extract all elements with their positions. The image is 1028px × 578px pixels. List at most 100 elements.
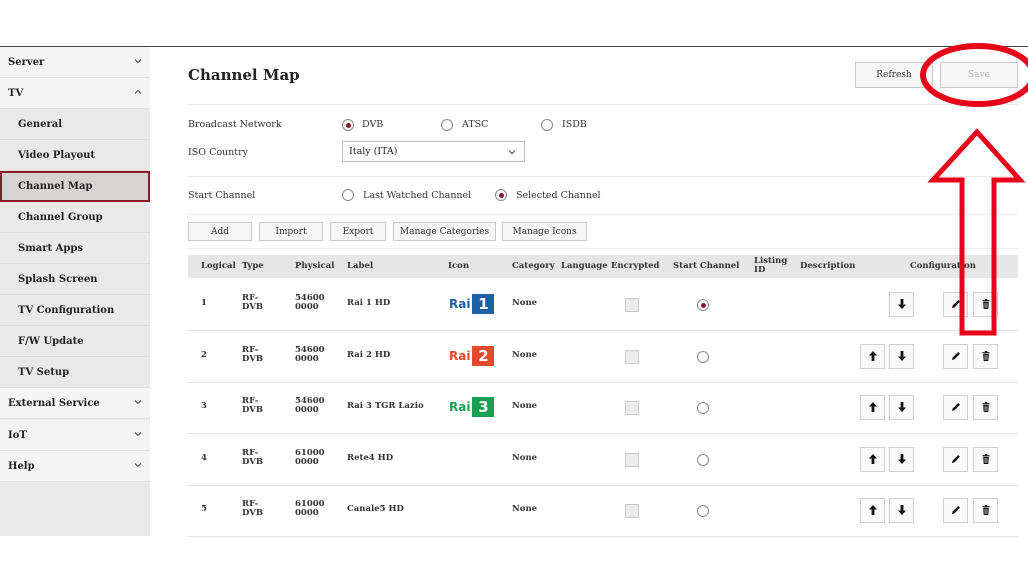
iso-country-select[interactable]: Italy (ITA): [342, 141, 525, 162]
cell-type: RF-DVB: [242, 499, 264, 518]
move-down-button[interactable]: [889, 498, 914, 523]
sidebar-item-label: IoT: [8, 429, 27, 441]
table-row: 4 RF-DVB 610000000 Rete4 HD None: [188, 434, 1018, 486]
channel-logo-text: Rai: [449, 400, 471, 414]
sidebar-item-help[interactable]: Help: [0, 451, 150, 482]
col-icon: Icon: [448, 261, 470, 271]
arrow-down-icon: [896, 501, 908, 520]
encrypted-checkbox[interactable]: [625, 504, 639, 518]
trash-icon: [980, 501, 992, 520]
sidebar-item-tv-configuration[interactable]: TV Configuration: [0, 295, 150, 326]
encrypted-checkbox[interactable]: [625, 298, 639, 312]
delete-button[interactable]: [973, 292, 998, 317]
edit-button[interactable]: [943, 446, 968, 472]
move-down-button[interactable]: [889, 446, 914, 472]
table-row: 3 RF-DVB 546000000 Rai 3 TGR Lazio Rai 3 None: [188, 382, 1018, 434]
cell-label: Rai 1 HD: [347, 298, 391, 308]
radio-dvb[interactable]: [342, 119, 354, 131]
radio-atsc-label: ATSC: [462, 119, 489, 130]
sidebar-item-label: Server: [8, 56, 45, 68]
cell-label: Rai 3 TGR Lazio: [347, 401, 424, 411]
delete-button[interactable]: [973, 343, 998, 369]
cell-physical: 610000000: [295, 499, 325, 518]
edit-button[interactable]: [943, 292, 968, 317]
radio-selected-channel[interactable]: [495, 189, 507, 201]
encrypted-checkbox[interactable]: [625, 452, 639, 467]
manage-icons-button[interactable]: Manage Icons: [502, 222, 587, 241]
channel-logo: Rai 3: [449, 397, 495, 417]
move-down-button[interactable]: [889, 343, 914, 369]
radio-isdb[interactable]: [541, 119, 553, 131]
sidebar-item-smart-apps[interactable]: Smart Apps: [0, 233, 150, 264]
channel-logo-text: Rai: [449, 297, 471, 311]
col-description: Description: [800, 261, 856, 271]
edit-button[interactable]: [943, 343, 968, 369]
broadcast-network-label: Broadcast Network: [188, 119, 282, 130]
start-channel-radio[interactable]: [697, 402, 709, 414]
delete-button[interactable]: [973, 446, 998, 472]
pencil-icon: [950, 347, 962, 366]
manage-categories-button[interactable]: Manage Categories: [393, 222, 496, 241]
col-label: Label: [347, 261, 374, 271]
sidebar-item-label: Channel Map: [18, 181, 93, 192]
sidebar-item-video-playout[interactable]: Video Playout: [0, 140, 150, 171]
start-channel-radio[interactable]: [697, 299, 709, 311]
sidebar-item-label: Channel Group: [18, 211, 103, 223]
sidebar-item-channel-group[interactable]: Channel Group: [0, 202, 150, 233]
cell-category: None: [512, 298, 538, 308]
radio-selected-channel-label: Selected Channel: [516, 190, 601, 201]
cell-type: RF-DVB: [242, 344, 264, 364]
move-down-button[interactable]: [889, 292, 914, 317]
import-button[interactable]: Import: [259, 222, 323, 241]
start-channel-radio[interactable]: [697, 350, 709, 363]
col-start-channel: Start Channel: [673, 261, 740, 271]
sidebar-item-f-w-update[interactable]: F/W Update: [0, 326, 150, 357]
export-button[interactable]: Export: [330, 222, 386, 241]
sidebar-item-server[interactable]: Server: [0, 47, 150, 78]
sidebar-item-label: F/W Update: [18, 335, 84, 347]
start-channel-radio[interactable]: [697, 453, 709, 466]
cell-category: None: [512, 504, 538, 514]
radio-last-watched[interactable]: [342, 189, 354, 201]
cell-logical: 1: [201, 298, 207, 308]
move-down-button[interactable]: [889, 395, 914, 420]
arrow-down-icon: [896, 398, 908, 417]
radio-atsc[interactable]: [441, 119, 453, 131]
add-button[interactable]: Add: [188, 222, 252, 241]
delete-button[interactable]: [973, 498, 998, 523]
move-up-button[interactable]: [860, 446, 885, 472]
sidebar-item-general[interactable]: General: [0, 109, 150, 140]
refresh-button[interactable]: Refresh: [855, 62, 933, 88]
cell-label: Canale5 HD: [347, 504, 404, 514]
radio-isdb-label: ISDB: [562, 119, 587, 130]
sidebar-item-tv[interactable]: TV: [0, 78, 150, 109]
sidebar-item-iot[interactable]: IoT: [0, 420, 150, 451]
sidebar: Server TV General Video Playout Channel Map C…: [0, 47, 150, 536]
cell-category: None: [512, 452, 538, 463]
chevron-down-icon: [134, 463, 142, 468]
chevron-down-icon: [134, 400, 142, 405]
save-button[interactable]: Save: [940, 62, 1018, 88]
arrow-down-icon: [896, 450, 908, 469]
pencil-icon: [950, 295, 962, 314]
channel-logo-number: 3: [472, 397, 495, 417]
sidebar-item-label: Splash Screen: [18, 273, 98, 285]
start-channel-radio[interactable]: [697, 505, 709, 517]
sidebar-item-tv-setup[interactable]: TV Setup: [0, 357, 150, 388]
arrow-up-icon: [867, 450, 879, 469]
sidebar-item-external-service[interactable]: External Service: [0, 388, 150, 419]
move-up-button[interactable]: [860, 343, 885, 369]
move-up-button[interactable]: [860, 395, 885, 420]
move-up-button[interactable]: [860, 498, 885, 523]
edit-button[interactable]: [943, 395, 968, 420]
encrypted-checkbox[interactable]: [625, 349, 639, 364]
sidebar-item-channel-map[interactable]: Channel Map: [0, 171, 150, 202]
channel-logo: Rai 1: [449, 294, 495, 314]
encrypted-checkbox[interactable]: [625, 401, 639, 415]
delete-button[interactable]: [973, 395, 998, 420]
sidebar-item-splash-screen[interactable]: Splash Screen: [0, 264, 150, 295]
cell-type: RF-DVB: [242, 396, 264, 415]
divider: [188, 214, 1018, 215]
table-row: 5 RF-DVB 610000000 Canale5 HD None: [188, 485, 1018, 537]
edit-button[interactable]: [943, 498, 968, 523]
